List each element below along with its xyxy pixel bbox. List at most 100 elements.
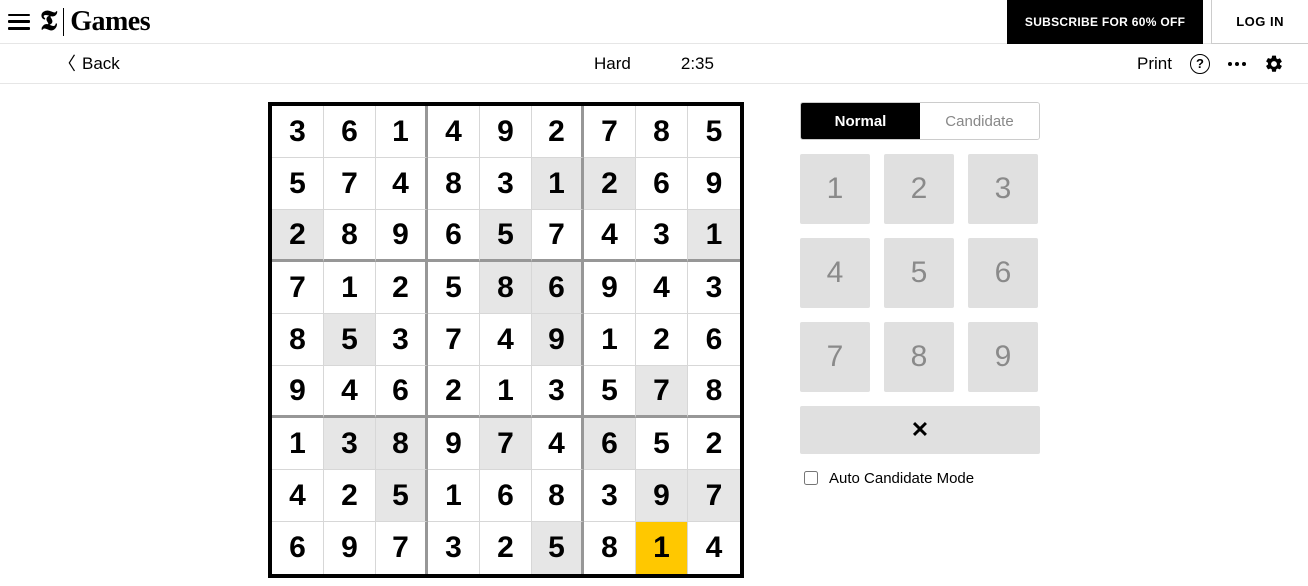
settings-button[interactable] [1264,54,1284,74]
sudoku-cell[interactable]: 2 [688,418,740,470]
sudoku-cell[interactable]: 8 [324,210,376,262]
sudoku-cell[interactable]: 6 [428,210,480,262]
sudoku-cell[interactable]: 6 [636,158,688,210]
brand[interactable]: 𝕿 Games [40,6,150,38]
sudoku-cell[interactable]: 6 [272,522,324,574]
sudoku-cell[interactable]: 1 [688,210,740,262]
print-button[interactable]: Print [1137,54,1172,74]
sudoku-cell[interactable]: 9 [584,262,636,314]
sudoku-cell[interactable]: 4 [376,158,428,210]
sudoku-cell[interactable]: 7 [376,522,428,574]
numpad-key-3[interactable]: 3 [968,154,1038,224]
sudoku-cell[interactable]: 9 [532,314,584,366]
numpad-key-1[interactable]: 1 [800,154,870,224]
sudoku-cell[interactable]: 4 [532,418,584,470]
sudoku-cell[interactable]: 2 [480,522,532,574]
sudoku-cell[interactable]: 6 [584,418,636,470]
mode-normal-tab[interactable]: Normal [801,103,920,139]
sudoku-cell[interactable]: 7 [272,262,324,314]
sudoku-cell[interactable]: 1 [324,262,376,314]
sudoku-cell[interactable]: 8 [428,158,480,210]
sudoku-cell[interactable]: 1 [272,418,324,470]
sudoku-cell[interactable]: 3 [272,106,324,158]
sudoku-cell[interactable]: 2 [636,314,688,366]
sudoku-cell[interactable]: 6 [376,366,428,418]
sudoku-cell[interactable]: 8 [688,366,740,418]
sudoku-cell[interactable]: 3 [688,262,740,314]
sudoku-cell[interactable]: 3 [324,418,376,470]
sudoku-cell[interactable]: 5 [376,470,428,522]
back-button[interactable]: 〈 Back [58,54,120,74]
numpad-key-4[interactable]: 4 [800,238,870,308]
sudoku-cell[interactable]: 2 [376,262,428,314]
sudoku-cell[interactable]: 5 [532,522,584,574]
sudoku-cell[interactable]: 3 [376,314,428,366]
sudoku-cell[interactable]: 4 [636,262,688,314]
sudoku-cell[interactable]: 1 [636,522,688,574]
sudoku-cell[interactable]: 8 [584,522,636,574]
sudoku-cell[interactable]: 4 [584,210,636,262]
sudoku-cell[interactable]: 8 [636,106,688,158]
sudoku-cell[interactable]: 6 [688,314,740,366]
subscribe-button[interactable]: SUBSCRIBE FOR 60% OFF [1007,0,1203,44]
sudoku-cell[interactable]: 7 [480,418,532,470]
sudoku-cell[interactable]: 7 [532,210,584,262]
more-button[interactable] [1228,62,1246,66]
sudoku-cell[interactable]: 4 [428,106,480,158]
sudoku-cell[interactable]: 5 [272,158,324,210]
sudoku-cell[interactable]: 1 [584,314,636,366]
sudoku-cell[interactable]: 7 [584,106,636,158]
sudoku-cell[interactable]: 1 [428,470,480,522]
sudoku-cell[interactable]: 6 [324,106,376,158]
sudoku-cell[interactable]: 6 [532,262,584,314]
sudoku-cell[interactable]: 7 [636,366,688,418]
sudoku-cell[interactable]: 2 [428,366,480,418]
sudoku-cell[interactable]: 3 [480,158,532,210]
sudoku-cell[interactable]: 5 [480,210,532,262]
sudoku-cell[interactable]: 1 [376,106,428,158]
sudoku-cell[interactable]: 2 [532,106,584,158]
sudoku-cell[interactable]: 4 [480,314,532,366]
clear-button[interactable]: ✕ [800,406,1040,454]
numpad-key-9[interactable]: 9 [968,322,1038,392]
sudoku-cell[interactable]: 5 [428,262,480,314]
sudoku-cell[interactable]: 8 [272,314,324,366]
auto-candidate-toggle[interactable]: Auto Candidate Mode [800,468,1040,488]
sudoku-cell[interactable]: 1 [532,158,584,210]
sudoku-cell[interactable]: 7 [324,158,376,210]
sudoku-cell[interactable]: 1 [480,366,532,418]
sudoku-cell[interactable]: 4 [272,470,324,522]
sudoku-cell[interactable]: 3 [532,366,584,418]
sudoku-cell[interactable]: 5 [584,366,636,418]
numpad-key-7[interactable]: 7 [800,322,870,392]
sudoku-cell[interactable]: 2 [584,158,636,210]
numpad-key-8[interactable]: 8 [884,322,954,392]
sudoku-cell[interactable]: 8 [480,262,532,314]
menu-icon[interactable] [8,14,30,30]
sudoku-cell[interactable]: 8 [532,470,584,522]
help-button[interactable]: ? [1190,54,1210,74]
sudoku-cell[interactable]: 3 [428,522,480,574]
sudoku-cell[interactable]: 2 [324,470,376,522]
sudoku-cell[interactable]: 9 [688,158,740,210]
sudoku-cell[interactable]: 2 [272,210,324,262]
sudoku-cell[interactable]: 9 [376,210,428,262]
sudoku-cell[interactable]: 3 [584,470,636,522]
mode-candidate-tab[interactable]: Candidate [920,103,1039,139]
sudoku-cell[interactable]: 9 [324,522,376,574]
sudoku-cell[interactable]: 9 [272,366,324,418]
sudoku-cell[interactable]: 5 [636,418,688,470]
sudoku-cell[interactable]: 9 [636,470,688,522]
sudoku-cell[interactable]: 7 [688,470,740,522]
numpad-key-2[interactable]: 2 [884,154,954,224]
sudoku-cell[interactable]: 4 [324,366,376,418]
sudoku-cell[interactable]: 5 [324,314,376,366]
sudoku-cell[interactable]: 8 [376,418,428,470]
sudoku-cell[interactable]: 3 [636,210,688,262]
sudoku-cell[interactable]: 4 [688,522,740,574]
numpad-key-5[interactable]: 5 [884,238,954,308]
sudoku-cell[interactable]: 9 [428,418,480,470]
auto-candidate-checkbox[interactable] [804,471,818,485]
sudoku-cell[interactable]: 6 [480,470,532,522]
login-button[interactable]: LOG IN [1211,0,1308,44]
